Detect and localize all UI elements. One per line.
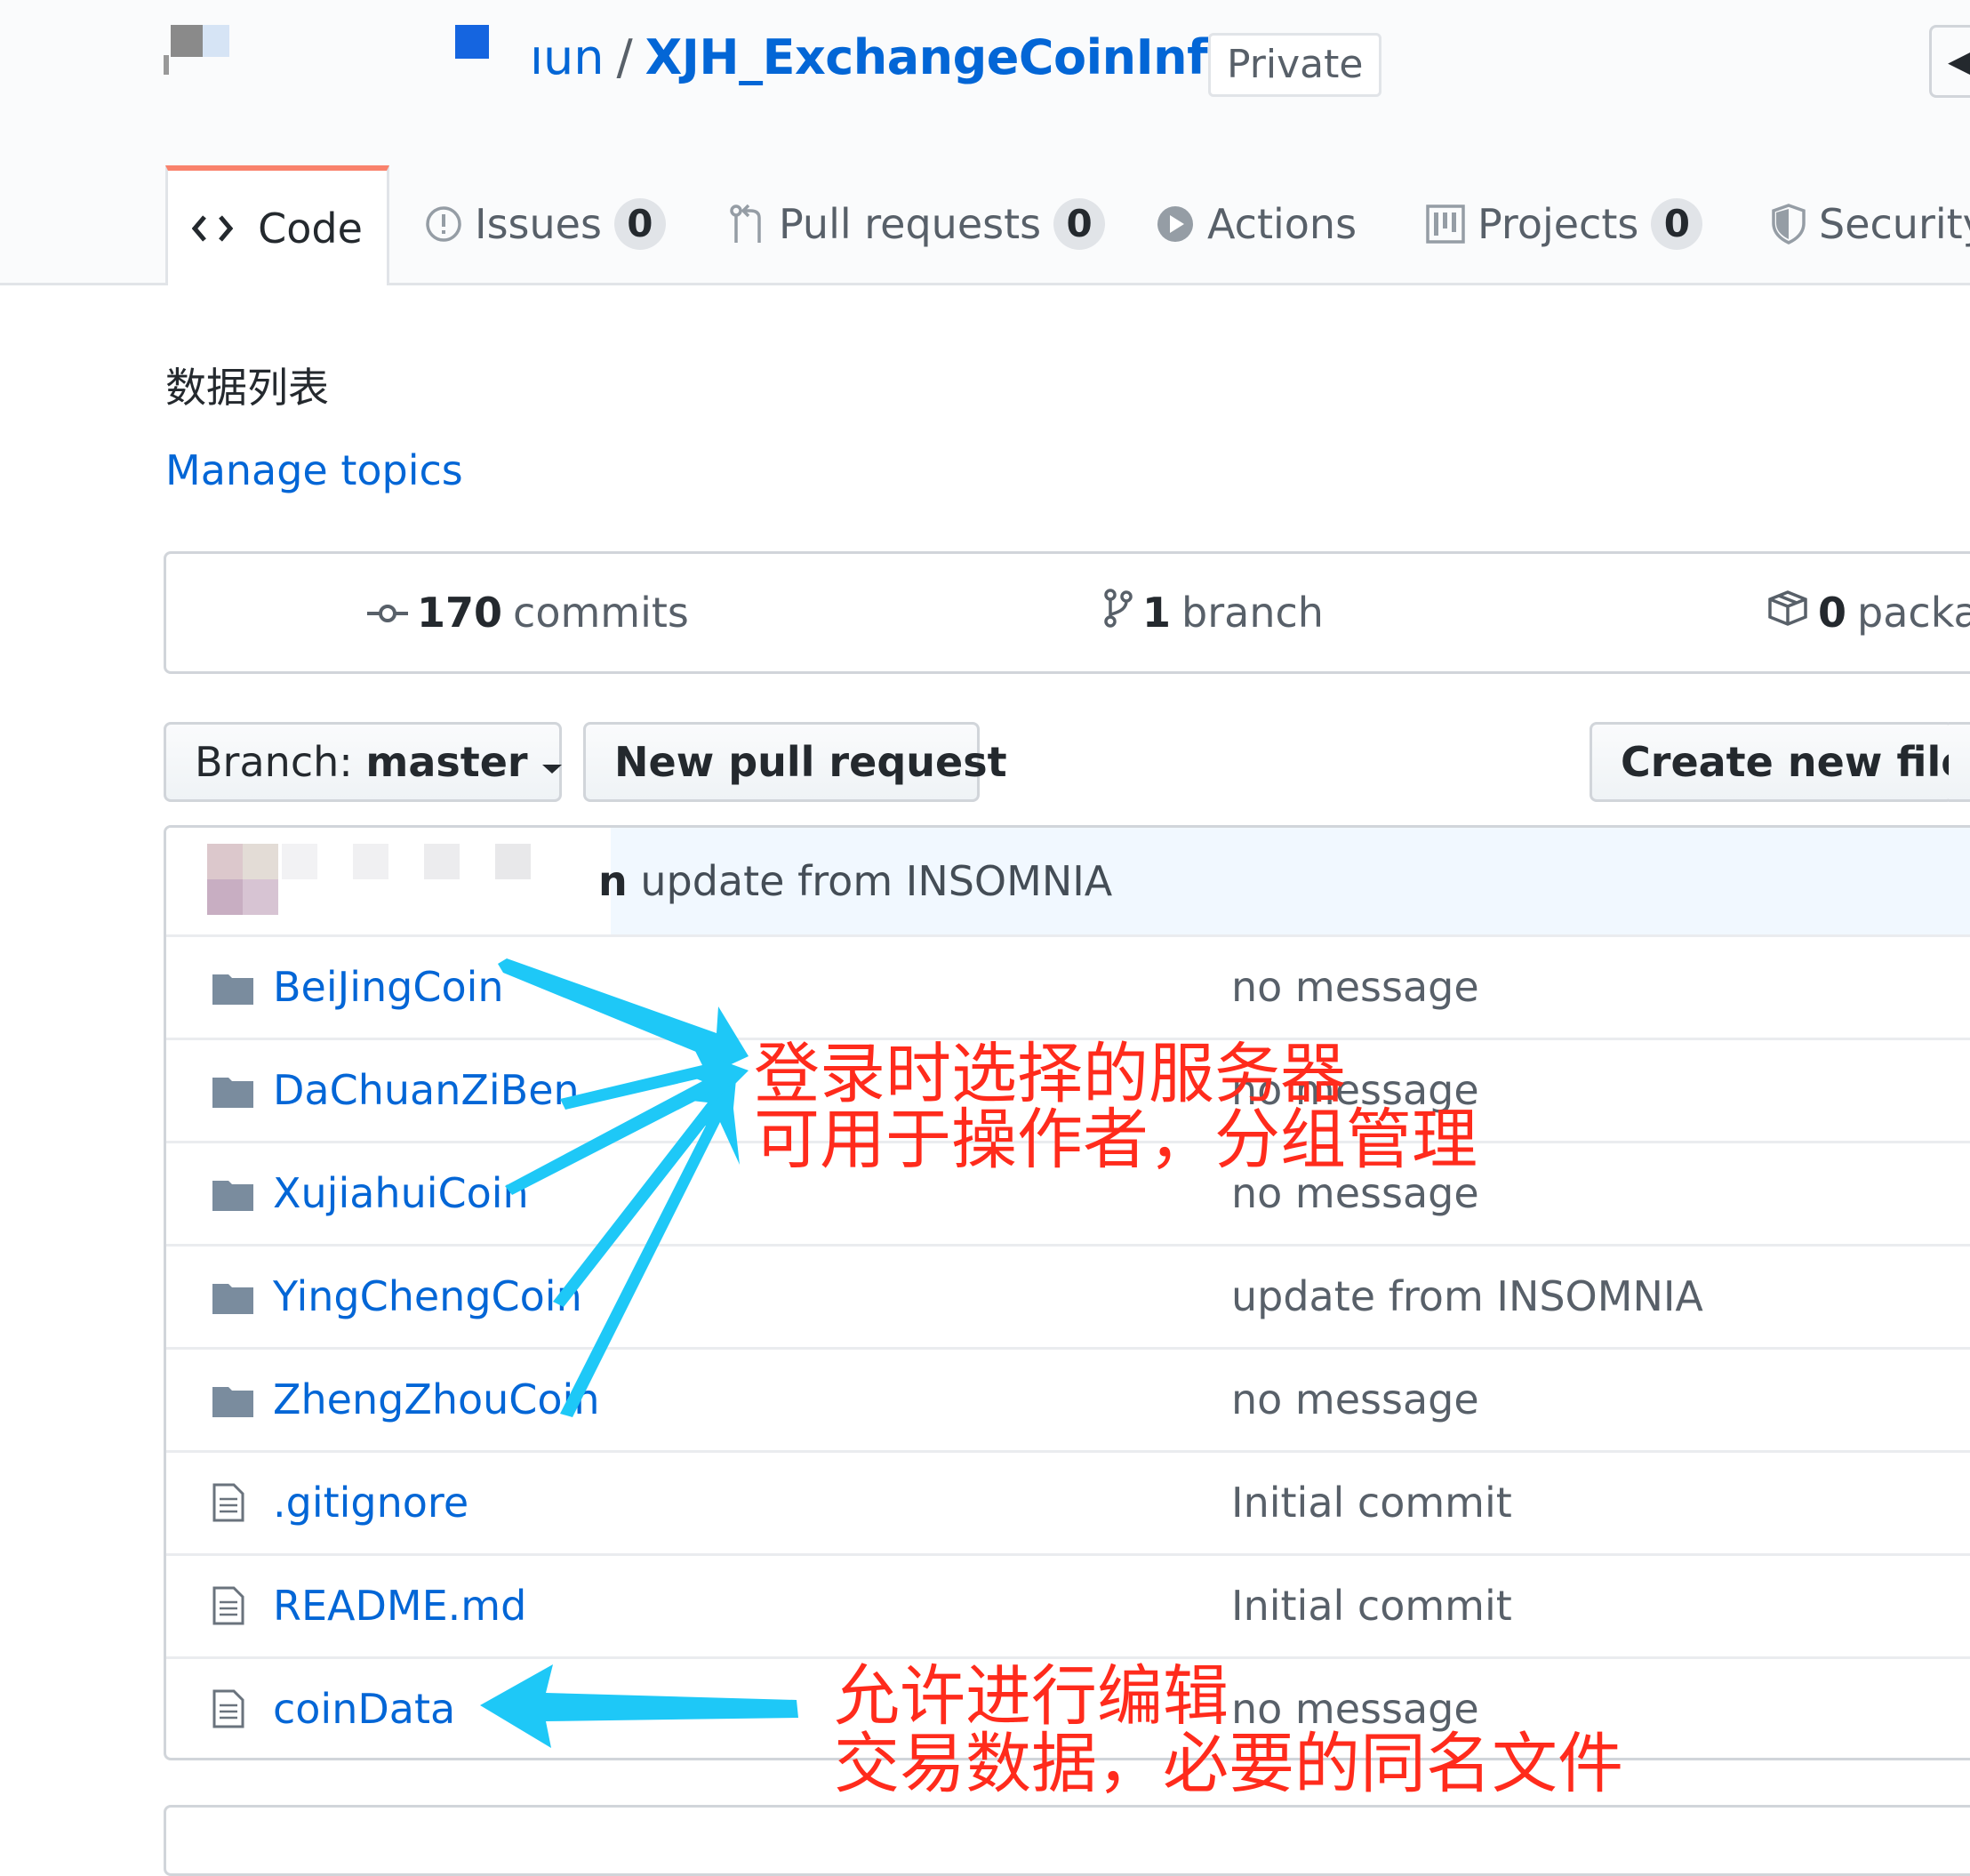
arrow-zhengzhou — [560, 1085, 740, 1417]
annotation-servers-line1: 登录时选择的服务器 — [754, 1036, 1346, 1112]
annotation-coindata-line2: 交易数据，必要的同名文件 — [834, 1726, 1623, 1802]
annotation-servers-line2: 可用于操作者，分组管理 — [754, 1102, 1478, 1178]
annotation-coindata-line1: 允许进行编辑 — [834, 1658, 1229, 1735]
annotation-arrows — [480, 958, 798, 1748]
arrow-coindata — [480, 1664, 798, 1748]
